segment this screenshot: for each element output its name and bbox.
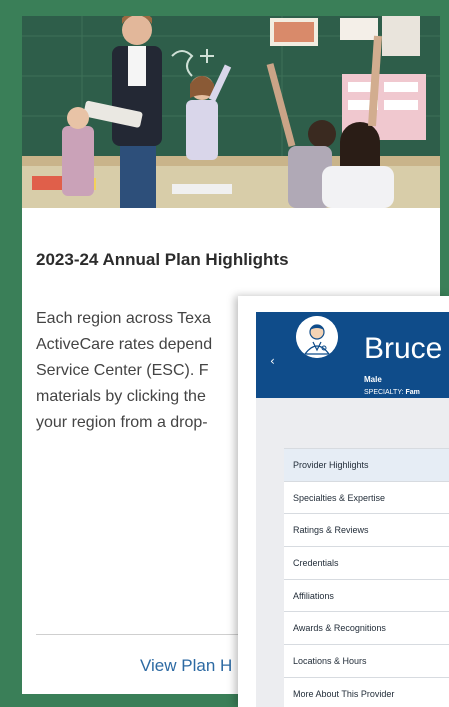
menu-item-affiliations[interactable]: Affiliations xyxy=(284,580,449,613)
view-plan-highlights-link[interactable]: View Plan H xyxy=(140,656,232,676)
classroom-photo xyxy=(22,16,440,208)
provider-name: Bruce xyxy=(364,332,443,365)
doctor-avatar-icon xyxy=(296,316,338,358)
menu-item-more-about-provider[interactable]: More About This Provider xyxy=(284,678,449,707)
card-title: 2023-24 Annual Plan Highlights xyxy=(36,250,289,269)
menu-item-credentials[interactable]: Credentials xyxy=(284,547,449,580)
specialty-label: SPECIALTY: xyxy=(364,389,404,396)
menu-item-provider-highlights[interactable]: Provider Highlights xyxy=(284,449,449,482)
menu-item-locations-hours[interactable]: Locations & Hours xyxy=(284,645,449,678)
menu-item-ratings-reviews[interactable]: Ratings & Reviews xyxy=(284,514,449,548)
provider-nav-menu: Provider Highlights Specialties & Expert… xyxy=(284,448,449,707)
specialty-value: Fam xyxy=(405,389,420,396)
provider-specialty: SPECIALTY: Fam xyxy=(364,389,420,396)
provider-profile-panel: ‹ Bruce Male SPECIALTY: Fam Provider Hig… xyxy=(238,296,449,707)
menu-item-awards-recognitions[interactable]: Awards & Recognitions xyxy=(284,612,449,646)
provider-gender: Male xyxy=(364,375,382,384)
chevron-left-icon[interactable]: ‹ xyxy=(270,355,275,367)
menu-item-specialties-expertise[interactable]: Specialties & Expertise xyxy=(284,482,449,515)
